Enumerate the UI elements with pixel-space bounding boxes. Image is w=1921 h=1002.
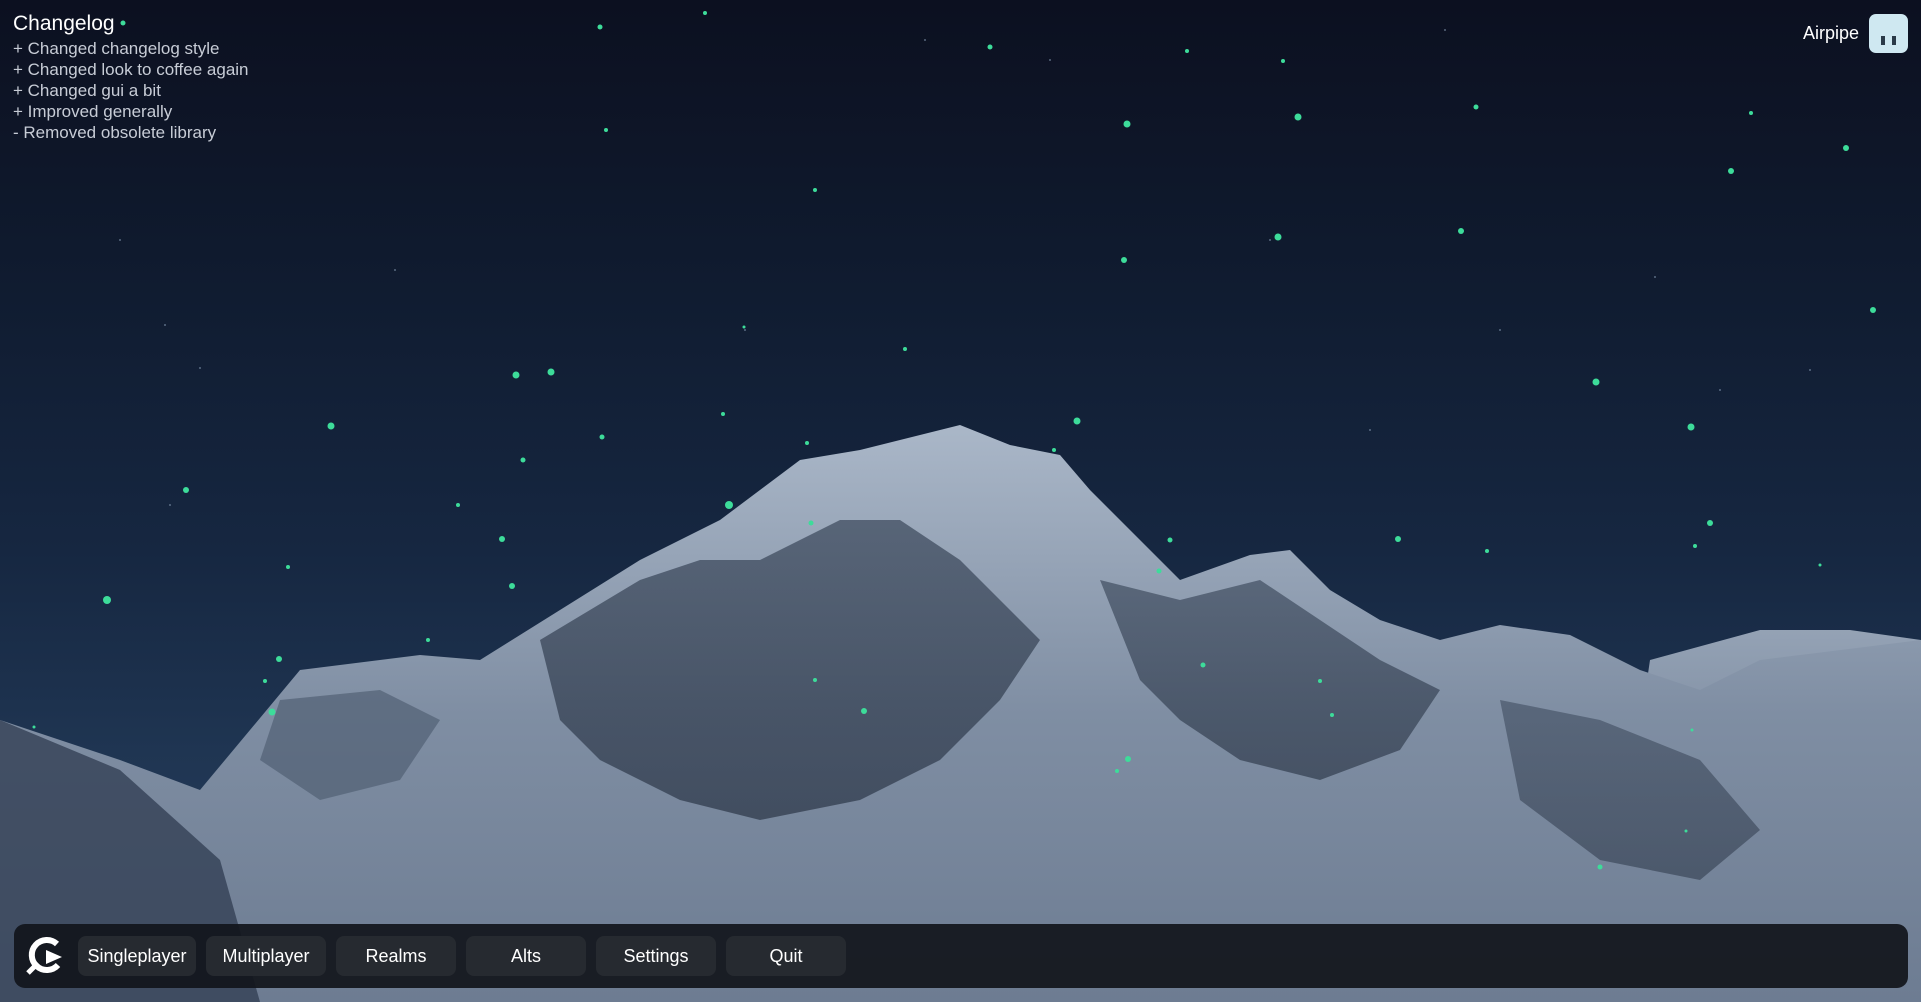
main-menu-bar: Singleplayer Multiplayer Realms Alts Set…	[14, 924, 1908, 988]
settings-button[interactable]: Settings	[596, 936, 716, 976]
changelog-entry: + Changed gui a bit	[13, 81, 161, 100]
changelog-entry: + Improved generally	[13, 102, 173, 121]
mountain-background	[0, 11, 1921, 1002]
account-username: Airpipe	[1802, 23, 1859, 43]
player-head-icon[interactable]	[1869, 14, 1908, 53]
changelog-title: Changelog	[13, 12, 115, 35]
account-widget[interactable]: Airpipe	[1803, 14, 1908, 53]
changelog-entry: + Changed look to coffee again	[13, 60, 249, 79]
changelog-entry: + Changed changelog style	[13, 39, 220, 58]
main-menu-screen: Changelog + Changed changelog style + Ch…	[0, 0, 1921, 1002]
realms-button[interactable]: Realms	[336, 936, 456, 976]
quit-button[interactable]: Quit	[726, 936, 846, 976]
avatar-eye	[1881, 36, 1885, 45]
multiplayer-button[interactable]: Multiplayer	[206, 936, 326, 976]
singleplayer-button[interactable]: Singleplayer	[78, 936, 196, 976]
alts-button[interactable]: Alts	[466, 936, 586, 976]
changelog-panel: Changelog + Changed changelog style + Ch…	[13, 12, 249, 143]
avatar-eye	[1892, 36, 1896, 45]
changelog-entry: - Removed obsolete library	[13, 123, 217, 142]
client-logo-icon[interactable]	[24, 935, 66, 977]
